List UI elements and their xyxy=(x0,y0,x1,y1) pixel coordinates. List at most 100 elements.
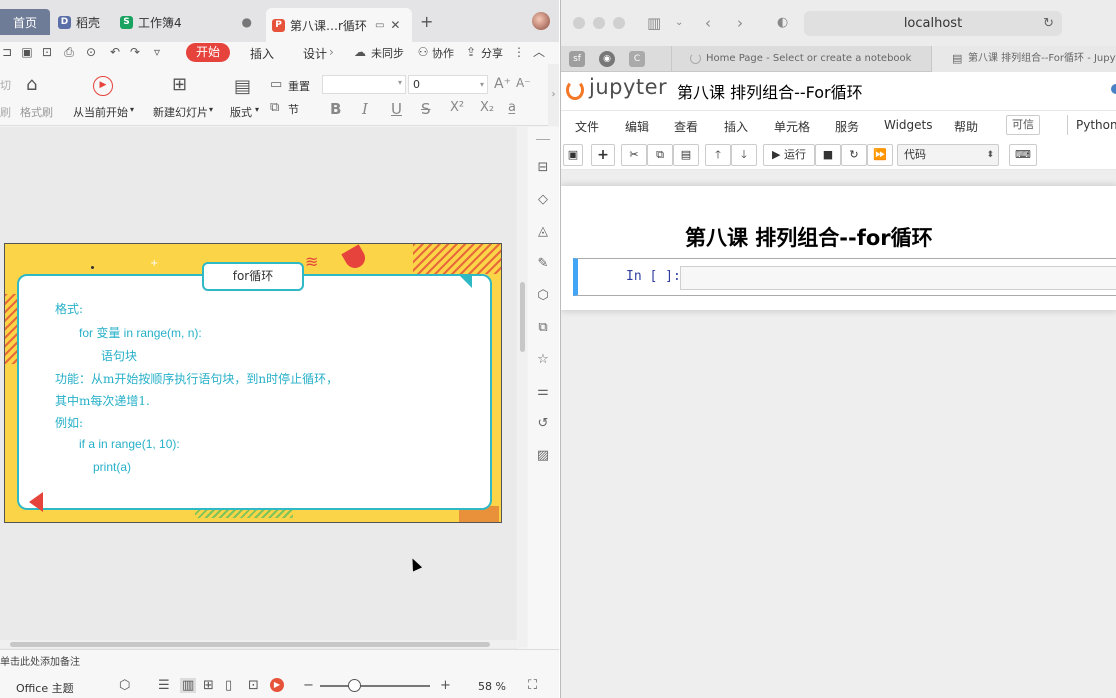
export-icon[interactable]: ⊡ xyxy=(40,45,54,59)
menu-help[interactable]: 帮助 xyxy=(954,118,978,135)
cell-type-select[interactable]: 代码 ⬍ xyxy=(897,144,999,166)
animation-icon[interactable]: ☆ xyxy=(535,352,551,368)
forward-icon[interactable]: › xyxy=(737,14,743,32)
markdown-heading[interactable]: 第八课 排列组合--for循环 xyxy=(685,222,933,252)
jupyter-logo-icon[interactable] xyxy=(566,80,584,100)
favorite-sf[interactable]: sf xyxy=(569,51,585,67)
menu-insert[interactable]: 插入 xyxy=(724,118,748,135)
restart-icon[interactable]: ↻ xyxy=(841,144,867,166)
format-painter-icon[interactable]: ⌂ xyxy=(26,74,37,95)
favorite-c[interactable]: C xyxy=(629,51,645,67)
layout-icon[interactable]: ▤ xyxy=(234,76,251,97)
shrink-font-icon[interactable]: A⁻ xyxy=(516,76,531,90)
notes-placeholder[interactable]: 单击此处添加备注 xyxy=(0,653,80,668)
section-icon[interactable]: ⧉ xyxy=(270,100,279,115)
format-painter-label[interactable]: 格式刷 xyxy=(20,104,53,120)
subscript-icon[interactable]: X₂ xyxy=(480,100,494,115)
tab-notebook[interactable]: ▤ 第八课 排列组合--For循环 - Jupyter xyxy=(931,46,1116,72)
reset-button[interactable]: 重置 xyxy=(288,78,310,94)
zoom-in-icon[interactable]: + xyxy=(440,678,451,693)
copy-icon[interactable]: ⧉ xyxy=(535,320,551,336)
notebook-title[interactable]: 第八课 排列组合--For循环 xyxy=(677,79,863,103)
play-slideshow-icon[interactable]: ▶ xyxy=(270,678,284,692)
scroll-thumb[interactable] xyxy=(10,642,490,647)
shield-icon[interactable]: ◐ xyxy=(777,15,788,30)
zoom-slider-handle[interactable] xyxy=(348,679,361,692)
paste-icon[interactable]: ▤ xyxy=(673,144,699,166)
collapse-ribbon-icon[interactable]: ︿ xyxy=(532,45,546,59)
restart-run-all-icon[interactable]: ⏩ xyxy=(867,144,893,166)
image-icon[interactable]: ▨ xyxy=(535,448,551,464)
ribbon-tab-design[interactable]: 设计 xyxy=(303,45,327,62)
italic-icon[interactable]: I xyxy=(362,100,368,118)
slide[interactable]: ≋ + 格式: for 变量 in range(m, n): 语句块 功能：从m… xyxy=(4,243,502,523)
tab-workbook[interactable]: S 工作簿4 ● xyxy=(120,9,260,35)
zoom-window-button[interactable] xyxy=(613,17,625,29)
reading-view-icon[interactable]: ▯ xyxy=(225,678,232,693)
presenter-view-icon[interactable]: ⊡ xyxy=(248,678,259,693)
shapes-icon[interactable]: ◇ xyxy=(535,192,551,208)
customize-icon[interactable]: ▿ xyxy=(150,45,164,59)
font-name-select[interactable]: ▾ xyxy=(322,75,406,94)
underline-icon[interactable]: U xyxy=(391,100,402,118)
play-icon[interactable]: ▶ xyxy=(93,76,113,96)
ribbon-tab-insert[interactable]: 插入 xyxy=(250,45,274,62)
zoom-level[interactable]: 58 % xyxy=(478,680,506,693)
copy-icon[interactable]: ⧉ xyxy=(647,144,673,166)
print-icon[interactable]: ⎙ xyxy=(62,45,76,59)
new-slide-button[interactable]: 新建幻灯片 xyxy=(153,104,208,120)
chevron-down-icon[interactable]: ▾ xyxy=(130,105,134,114)
menu-cell[interactable]: 单元格 xyxy=(774,118,810,135)
undo-icon[interactable]: ↶ xyxy=(108,45,122,59)
ribbon-tab-start[interactable]: 开始 xyxy=(186,43,230,62)
reset-icon[interactable]: ▭ xyxy=(270,77,282,92)
play-from-current-button[interactable]: 从当前开始 xyxy=(73,104,128,120)
layout-button[interactable]: 版式 xyxy=(230,104,252,120)
jupyter-logo-text[interactable]: jupyter xyxy=(589,75,667,99)
tab-home-page[interactable]: Home Page - Select or create a notebook xyxy=(671,46,931,72)
ribbon-scroll-right-icon[interactable]: › xyxy=(548,64,559,126)
trusted-badge[interactable]: 可信 xyxy=(1006,115,1040,135)
open-folder-icon[interactable]: ⊐ xyxy=(0,45,14,59)
menu-view[interactable]: 查看 xyxy=(674,118,698,135)
back-icon[interactable]: ‹ xyxy=(705,14,711,32)
collab-button[interactable]: 协作 xyxy=(432,45,454,61)
tab-daoke[interactable]: D 稻壳 xyxy=(58,9,100,35)
chevron-down-icon[interactable]: ▾ xyxy=(255,105,259,114)
redo-icon[interactable]: ↷ xyxy=(128,45,142,59)
save-icon[interactable]: ▣ xyxy=(563,144,583,166)
chevron-down-icon[interactable]: ⌄ xyxy=(675,17,683,28)
comment-icon[interactable]: ⊟ xyxy=(535,160,551,176)
add-cell-icon[interactable]: + xyxy=(591,144,615,166)
cut-icon[interactable]: 切 xyxy=(0,77,11,93)
keyboard-icon[interactable]: ⌨ xyxy=(1009,144,1037,166)
tab-home[interactable]: 首页 xyxy=(0,9,50,35)
cube-icon[interactable]: ⬡ xyxy=(119,678,130,693)
history-icon[interactable]: ↺ xyxy=(535,416,551,432)
github-icon[interactable]: ◉ xyxy=(599,51,615,67)
code-cell[interactable]: In [ ]: xyxy=(573,258,1116,296)
monitor-icon[interactable]: ▭ xyxy=(375,20,384,31)
adjust-icon[interactable]: ⚌ xyxy=(535,384,551,400)
sync-status[interactable]: 未同步 xyxy=(371,45,404,61)
interrupt-icon[interactable]: ■ xyxy=(815,144,841,166)
menu-edit[interactable]: 编辑 xyxy=(625,118,649,135)
minimize-window-button[interactable] xyxy=(593,17,605,29)
move-down-icon[interactable]: 🡓 xyxy=(731,144,757,166)
horizontal-scrollbar[interactable] xyxy=(0,640,517,648)
url-bar[interactable]: localhost ↻ xyxy=(804,11,1062,36)
theme-label[interactable]: Office 主题 xyxy=(16,680,74,696)
move-up-icon[interactable]: 🡑 xyxy=(705,144,731,166)
share-button[interactable]: 分享 xyxy=(481,45,503,61)
add-tab-icon[interactable]: + xyxy=(420,12,433,31)
scroll-thumb[interactable] xyxy=(520,282,525,352)
text-effect-icon[interactable]: a̲ xyxy=(508,100,516,115)
more-tabs-icon[interactable]: › xyxy=(329,45,334,59)
kernel-indicator[interactable]: Python 3 xyxy=(1067,115,1116,135)
settings-icon[interactable]: ⬡ xyxy=(535,288,551,304)
tab-presentation[interactable]: P 第八课…r循环 ▭ ✕ xyxy=(266,8,412,42)
bold-icon[interactable]: B xyxy=(330,100,341,118)
normal-view-icon[interactable]: ▥ xyxy=(180,678,197,693)
pane-handle[interactable] xyxy=(536,139,550,140)
font-size-select[interactable]: 0 ▾ xyxy=(408,75,488,94)
